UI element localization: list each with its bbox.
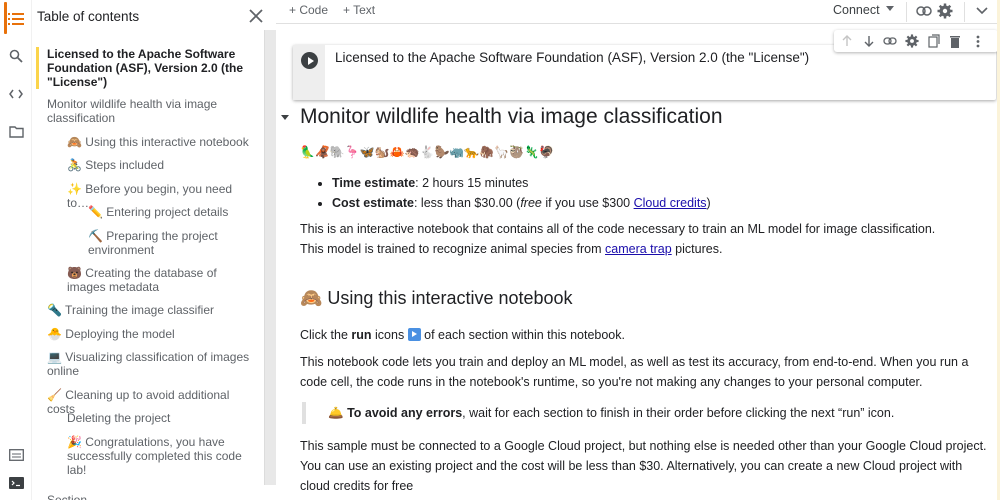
toc-item[interactable]: Monitor wildlife health via image classi…: [47, 97, 257, 125]
link-icon[interactable]: [882, 33, 898, 49]
subsection-heading: 🙈 Using this interactive notebook: [300, 288, 573, 308]
cost-free: free: [520, 196, 542, 210]
animal-emoji-row: 🦜🦧🐘🦩🦋🐿️🦀🦔🐇🦫🦏🐆🦣🦙🦥🦎🦃: [300, 145, 555, 159]
cell-gutter: [293, 45, 325, 100]
code-cell[interactable]: Licensed to the Apache Software Foundati…: [293, 45, 996, 100]
cell-text: Licensed to the Apache Software Foundati…: [335, 50, 810, 65]
table-of-contents-icon[interactable]: [6, 9, 26, 29]
cost-text: : less than $30.00 (: [413, 196, 521, 210]
toc-item[interactable]: 🔦 Training the image classifier: [47, 303, 257, 317]
cost-estimate: Cost estimate: less than $30.00 (free if…: [332, 193, 711, 213]
click-run-paragraph: Click the run icons of each section with…: [300, 325, 990, 345]
toc-item[interactable]: 🐣 Deploying the model: [47, 327, 257, 341]
files-icon[interactable]: [6, 121, 26, 141]
settings-icon[interactable]: [904, 33, 920, 49]
chevron-down-icon[interactable]: [973, 2, 991, 20]
notebook-toolbar: + Code + Text Connect: [276, 0, 1000, 24]
toc-item[interactable]: 🙈 Using this interactive notebook: [67, 135, 257, 149]
connect-dropdown-icon[interactable]: [886, 6, 894, 11]
tip-text: , wait for each section to finish in the…: [462, 406, 895, 420]
collapse-section-icon[interactable]: [281, 115, 289, 120]
toc-item[interactable]: ✏️ Entering project details: [88, 205, 258, 219]
time-estimate-label: Time estimate: [332, 176, 416, 190]
close-icon[interactable]: [246, 6, 266, 26]
move-down-icon[interactable]: [861, 33, 877, 49]
search-icon[interactable]: [6, 46, 26, 66]
toc-item[interactable]: Section: [47, 493, 257, 500]
project-paragraph: This sample must be connected to a Googl…: [300, 439, 987, 493]
cost-text: ): [706, 196, 711, 210]
command-palette-icon[interactable]: [6, 445, 26, 465]
estimate-list: Time estimate: 2 hours 15 minutes Cost e…: [332, 173, 711, 213]
cloud-credits-link[interactable]: Cloud credits: [634, 196, 707, 210]
terminal-icon[interactable]: [6, 473, 26, 493]
time-estimate: Time estimate: 2 hours 15 minutes: [332, 173, 711, 193]
add-text-button[interactable]: + Text: [343, 3, 375, 17]
toc-scrollbar[interactable]: [264, 30, 276, 485]
intro-paragraph: This is an interactive notebook that con…: [300, 219, 990, 259]
add-code-button[interactable]: + Code: [289, 3, 328, 17]
click-text: icons: [371, 328, 408, 342]
toc-item[interactable]: 🚴 Steps included: [67, 158, 257, 172]
cost-text: if you use $300: [541, 196, 634, 210]
intro-text: This model is trained to recognize anima…: [300, 242, 605, 256]
camera-trap-link[interactable]: camera trap: [605, 242, 672, 256]
settings-icon[interactable]: [936, 2, 954, 20]
toc-item[interactable]: 🎉 Congratulations, you have successfully…: [67, 435, 257, 477]
run-bold: run: [351, 328, 372, 342]
time-estimate-value: : 2 hours 15 minutes: [415, 176, 529, 190]
toc-item[interactable]: ⛏️ Preparing the project environment: [88, 229, 258, 257]
intro-text: This is an interactive notebook that con…: [300, 222, 936, 236]
mirror-cell-icon[interactable]: [926, 33, 942, 49]
toc-item[interactable]: 🐻 Creating the database of images metada…: [67, 266, 257, 294]
cost-estimate-label: Cost estimate: [332, 196, 414, 210]
toc-item[interactable]: 💻 Visualizing classification of images o…: [47, 350, 257, 378]
delete-icon[interactable]: [947, 33, 963, 49]
move-up-icon[interactable]: [839, 33, 855, 49]
connect-button[interactable]: Connect: [833, 3, 880, 17]
toolbar-divider: [964, 2, 965, 22]
toc-list: Licensed to the Apache Software Foundati…: [32, 32, 264, 500]
click-text: Click the: [300, 328, 352, 342]
code-snippets-icon[interactable]: [6, 84, 26, 104]
table-of-contents-panel: Table of contents Licensed to the Apache…: [32, 0, 276, 500]
tip-blockquote: 🛎️ To avoid any errors, wait for each se…: [302, 402, 992, 424]
runtime-paragraph: This notebook code lets you train and de…: [300, 355, 969, 389]
intro-text: pictures.: [671, 242, 723, 256]
toc-item[interactable]: Licensed to the Apache Software Foundati…: [36, 47, 257, 89]
section-heading: Monitor wildlife health via image classi…: [300, 105, 723, 128]
play-icon: [407, 328, 421, 341]
notebook-content: Licensed to the Apache Software Foundati…: [276, 25, 997, 500]
link-icon[interactable]: [915, 2, 933, 20]
toolbar-divider: [906, 2, 907, 22]
toc-item[interactable]: Deleting the project: [67, 411, 257, 425]
tip-bold: To avoid any errors: [347, 406, 463, 420]
side-rail: [0, 0, 32, 500]
bell-icon: 🛎️: [328, 406, 344, 420]
toc-title: Table of contents: [37, 8, 140, 24]
click-text: of each section within this notebook.: [420, 328, 625, 342]
more-icon[interactable]: [970, 33, 986, 49]
run-cell-button[interactable]: [301, 52, 318, 69]
cell-toolbar: [834, 30, 997, 52]
